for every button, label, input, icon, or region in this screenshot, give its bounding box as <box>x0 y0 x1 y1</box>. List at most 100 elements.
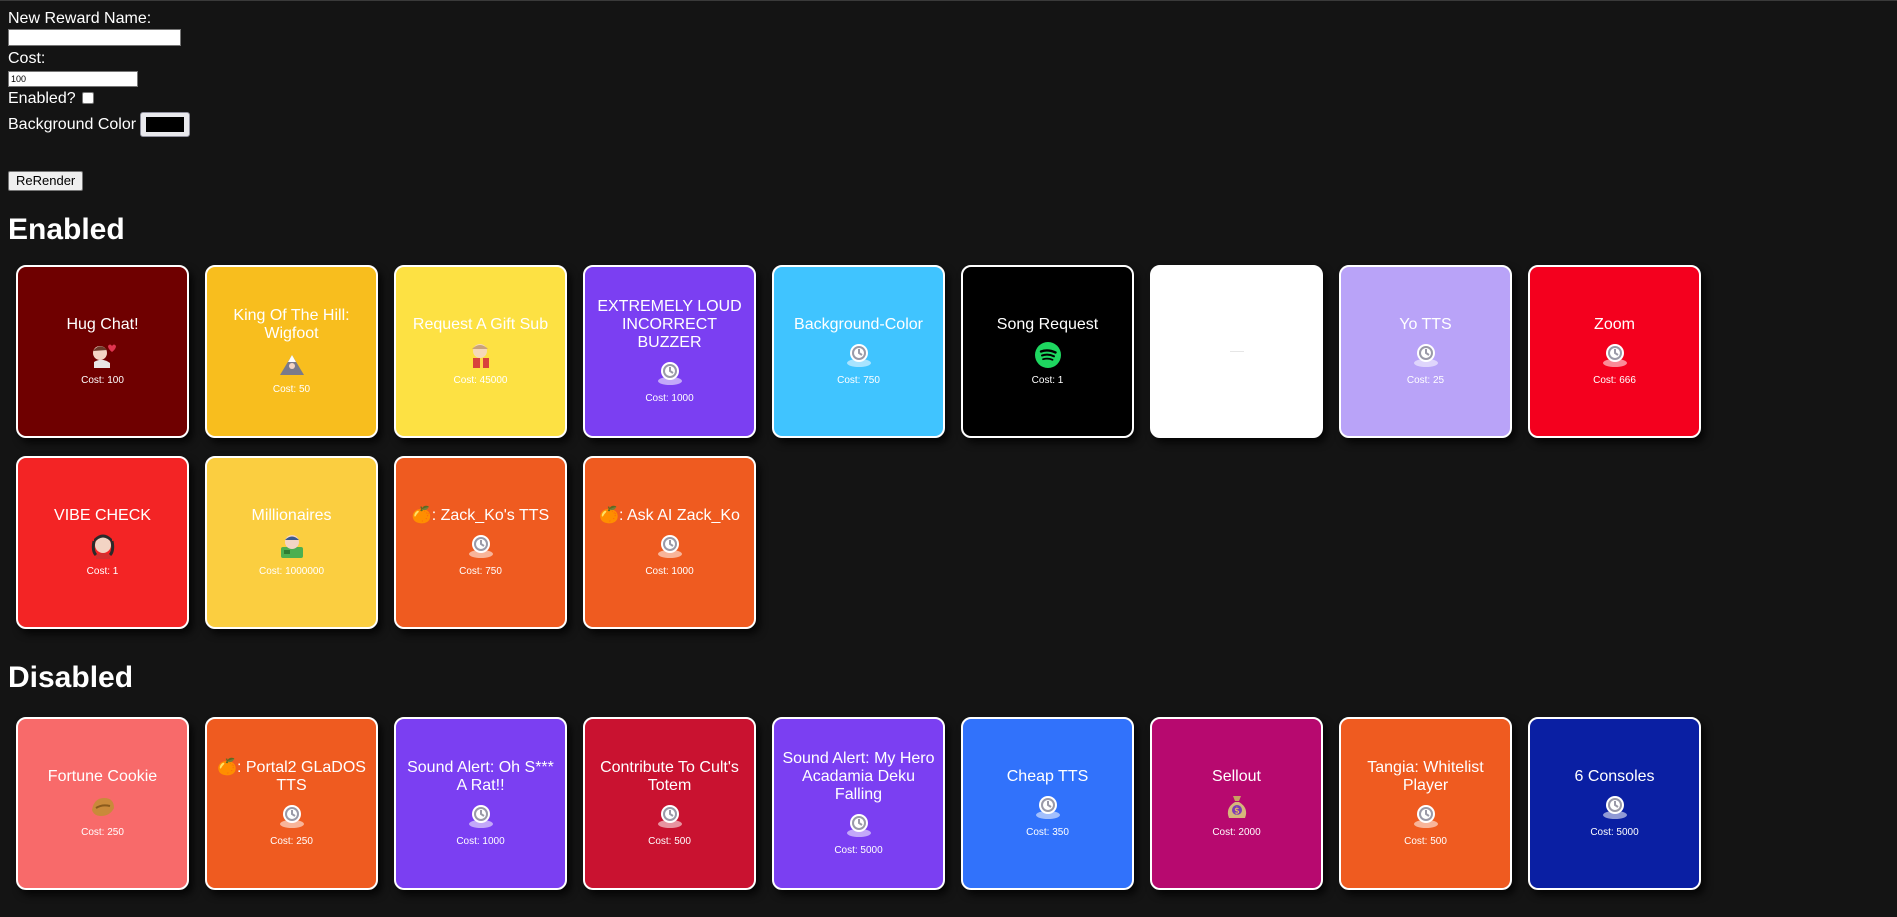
reward-title: Song Request <box>996 316 1099 333</box>
reward-cost: Cost: 1000 <box>645 393 694 404</box>
cost-input[interactable] <box>8 71 138 87</box>
reward-card[interactable]: Cheap TTS Cost: 350 <box>961 717 1134 890</box>
enabled-rewards-grid: Hug Chat! Cost: 100 King Of The Hill: Wigf… <box>0 265 1776 629</box>
reward-title: King Of The Hill: Wigfoot <box>233 307 350 342</box>
reward-cost: Cost: 100 <box>81 375 124 386</box>
default-reward-icon <box>466 531 496 561</box>
spotify-icon <box>1033 340 1063 370</box>
default-reward-icon <box>1600 792 1630 822</box>
reward-cost: Cost: 25 <box>1406 375 1445 386</box>
reward-title: Request A Gift Sub <box>412 316 549 333</box>
default-reward-icon <box>844 340 874 370</box>
reward-cost: Cost: 1 <box>86 566 119 577</box>
gift-emote-icon <box>466 340 496 370</box>
reward-cost: Cost: 250 <box>81 827 124 838</box>
reward-card[interactable]: Tangia: Whitelist Player Cost: 500 <box>1339 717 1512 890</box>
reward-card[interactable]: EXTREMELY LOUD INCORRECT BUZZER Cost: 100… <box>583 265 756 438</box>
reward-title: Fortune Cookie <box>47 768 158 785</box>
reward-card[interactable]: 🍊: Zack_Ko's TTS Cost: 750 <box>394 456 567 629</box>
reward-cost: Cost: 1 <box>1031 375 1064 386</box>
reward-title: 🍊: Portal2 GLaDOS TTS <box>217 759 366 794</box>
background-color-label: Background Color <box>8 116 137 133</box>
reward-card[interactable]: King Of The Hill: Wigfoot Cost: 50 <box>205 265 378 438</box>
reward-title: Contribute To Cult's Totem <box>600 759 739 794</box>
reward-title: Cheap TTS <box>1006 768 1089 785</box>
reward-name-label: New Reward Name: <box>8 10 152 27</box>
reward-title: 6 Consoles <box>1574 768 1655 785</box>
reward-card[interactable]: Sound Alert: Oh S*** A Rat!! Cost: 1000 <box>394 717 567 890</box>
disabled-rewards-grid: Fortune Cookie Cost: 250 🍊: Portal2 GLaDOS… <box>0 717 1776 890</box>
reward-cost: Cost: 750 <box>837 375 880 386</box>
reward-title: VIBE CHECK <box>54 507 151 524</box>
reward-card[interactable]: Song Request Cost: 1 <box>961 265 1134 438</box>
reward-card[interactable]: Sound Alert: My Hero Acadamia Deku Falli… <box>772 717 945 890</box>
default-reward-icon <box>655 801 685 831</box>
reward-cost: Cost: 5000 <box>1590 827 1639 838</box>
background-color-picker[interactable] <box>140 112 191 137</box>
default-reward-icon <box>1411 801 1441 831</box>
reward-card[interactable]: Zoom Cost: 666 <box>1528 265 1701 438</box>
reward-card[interactable]: Fortune Cookie Cost: 250 <box>16 717 189 890</box>
reward-card[interactable]: Yo TTS Cost: 25 <box>1339 265 1512 438</box>
enabled-checkbox[interactable] <box>81 92 94 104</box>
reward-card[interactable] <box>1150 265 1323 438</box>
enabled-label: Enabled? <box>8 90 76 107</box>
reward-title: Sellout <box>1212 768 1261 785</box>
reward-title: 🍊: Ask AI Zack_Ko <box>599 507 740 524</box>
enabled-row: Enabled? <box>8 89 1897 108</box>
reward-cost: Cost: 50 <box>272 384 311 395</box>
cost-label: Cost: <box>8 50 46 67</box>
reward-card[interactable]: 🍊: Portal2 GLaDOS TTS Cost: 250 <box>205 717 378 890</box>
reward-title: Hug Chat! <box>66 316 139 333</box>
reward-cost: Cost: 2000 <box>1212 827 1261 838</box>
default-reward-icon <box>655 531 685 561</box>
reward-cost: Cost: 350 <box>1026 827 1069 838</box>
reward-card[interactable]: Contribute To Cult's Totem Cost: 500 <box>583 717 756 890</box>
reward-title: 🍊: Zack_Ko's TTS <box>411 507 550 524</box>
reward-title: Tangia: Whitelist Player <box>1367 759 1484 794</box>
new-reward-form: New Reward Name: Cost: Enabled? Backgrou… <box>0 1 1897 191</box>
background-color-row: Background Color <box>8 112 1897 137</box>
reward-cost: Cost: 1000 <box>456 836 505 847</box>
reward-cost: Cost: 5000 <box>834 845 883 856</box>
reward-title: Background-Color <box>794 316 923 333</box>
reward-cost: Cost: 1000 <box>645 566 694 577</box>
reward-title: EXTREMELY LOUD INCORRECT BUZZER <box>597 298 742 351</box>
reward-cost: Cost: 45000 <box>453 375 508 386</box>
vibe-emote-icon <box>88 531 118 561</box>
reward-cost: Cost: 500 <box>1404 836 1447 847</box>
rerender-button[interactable]: ReRender <box>8 171 84 191</box>
reward-cost: Cost: 1000000 <box>258 566 325 577</box>
reward-cost: Cost: 250 <box>270 836 313 847</box>
reward-card[interactable]: Sellout $ Cost: 2000 <box>1150 717 1323 890</box>
reward-card[interactable]: Background-Color Cost: 750 <box>772 265 945 438</box>
reward-card[interactable]: Request A Gift Sub Cost: 45000 <box>394 265 567 438</box>
default-reward-icon <box>1411 340 1441 370</box>
reward-card[interactable]: Millionaires Cost: 1000000 <box>205 456 378 629</box>
reward-card[interactable]: 6 Consoles Cost: 5000 <box>1528 717 1701 890</box>
color-swatch-fill <box>146 117 185 132</box>
default-reward-icon <box>466 801 496 831</box>
default-reward-icon <box>1033 792 1063 822</box>
reward-cost: Cost: 750 <box>459 566 502 577</box>
reward-title: Sound Alert: My Hero Acadamia Deku Falli… <box>782 750 935 803</box>
reward-card[interactable]: 🍊: Ask AI Zack_Ko Cost: 1000 <box>583 456 756 629</box>
default-reward-icon <box>844 810 874 840</box>
default-reward-icon <box>655 358 685 388</box>
reward-card[interactable]: Hug Chat! Cost: 100 <box>16 265 189 438</box>
reward-name-input[interactable] <box>8 29 181 46</box>
fortune-cookie-icon <box>88 792 118 822</box>
reward-card[interactable]: VIBE CHECK Cost: 1 <box>16 456 189 629</box>
hug-emote-icon <box>88 340 118 370</box>
disabled-heading: Disabled <box>8 661 134 694</box>
reward-title: Millionaires <box>251 507 332 524</box>
reward-cost: Cost: 500 <box>648 836 691 847</box>
reward-title: Zoom <box>1594 316 1635 333</box>
mountain-emote-icon <box>277 349 307 379</box>
svg-text:$: $ <box>1234 807 1240 817</box>
default-reward-icon <box>277 801 307 831</box>
enabled-heading: Enabled <box>8 213 125 246</box>
default-reward-icon <box>1600 340 1630 370</box>
money-bag-icon: $ <box>1222 792 1252 822</box>
reward-title: Yo TTS <box>1399 316 1452 333</box>
